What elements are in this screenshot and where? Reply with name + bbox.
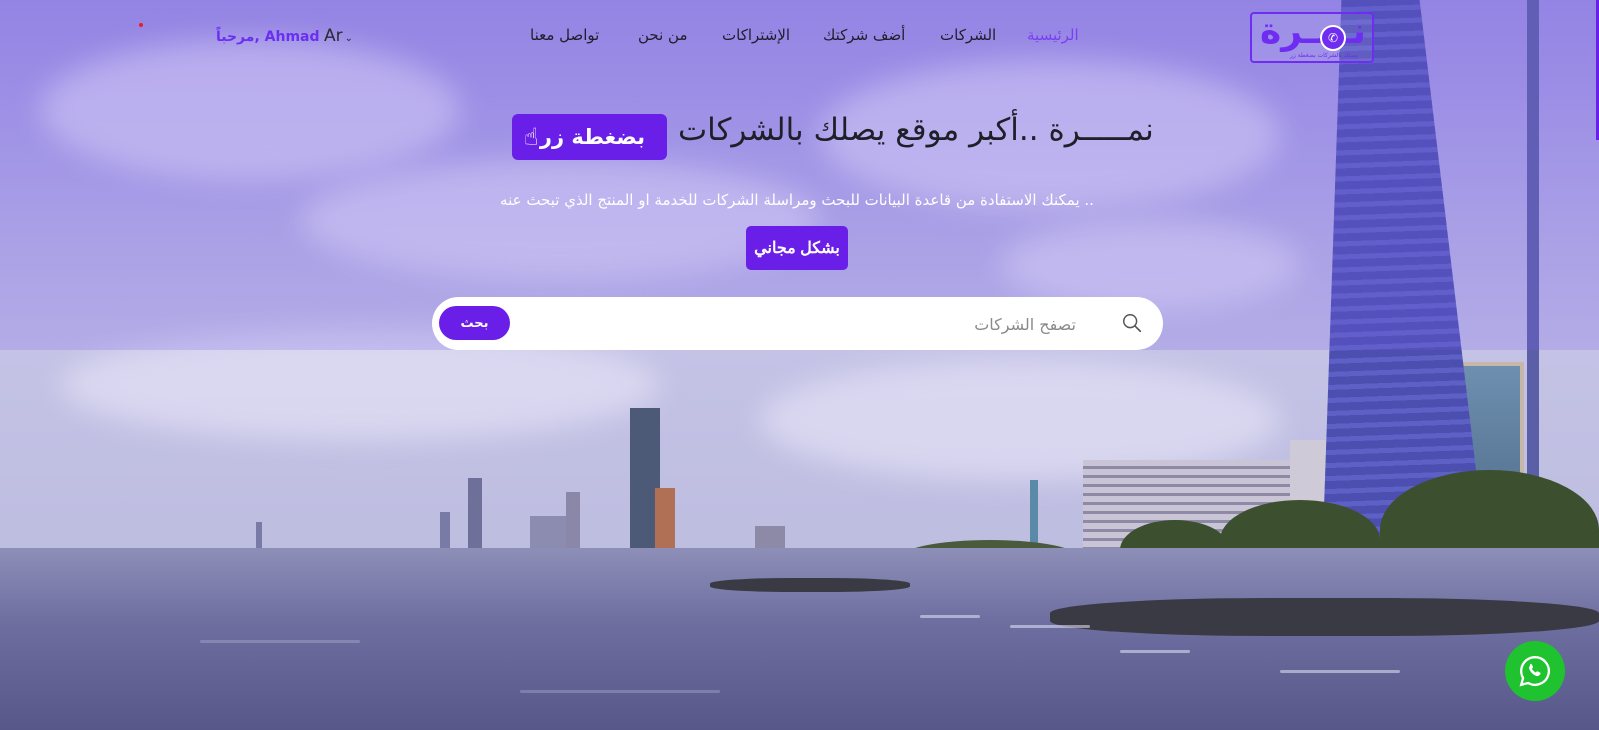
welcome-user[interactable]: مرحباً, Ahmad [216, 29, 320, 45]
wave [1010, 625, 1090, 628]
hero-title: نمـــــرة ..أكبر موقع يصلك بالشركات [678, 112, 1154, 148]
hero-badge: ☝ بضغطة زر [512, 114, 667, 160]
nav-contact[interactable]: تواصل معنا [530, 26, 599, 44]
top-navbar: نـمـرة ✆ يصلك بالشركات بضغطة زر الرئيسية… [0, 0, 1599, 78]
rocks [1050, 598, 1599, 636]
logo-text: نـمـرة [1260, 11, 1366, 52]
logo-tagline: يصلك بالشركات بضغطة زر [1290, 52, 1358, 59]
far-building [566, 492, 580, 548]
wave [1280, 670, 1400, 673]
sea [0, 548, 1599, 730]
search-button[interactable]: بحث [439, 306, 510, 340]
language-switcher[interactable]: Ar ⌄ [324, 26, 353, 46]
search-input[interactable] [514, 297, 1078, 352]
whatsapp-icon [1519, 656, 1550, 687]
hero-background [0, 0, 1599, 730]
chevron-down-icon: ⌄ [344, 33, 354, 44]
far-building [755, 526, 785, 548]
site-logo[interactable]: نـمـرة ✆ يصلك بالشركات بضغطة زر [1250, 11, 1374, 63]
far-building [468, 478, 482, 548]
nav-subscriptions[interactable]: الإشتراكات [722, 26, 790, 44]
wave [920, 615, 980, 618]
rocks [710, 578, 910, 592]
pointing-hand-icon: ☝ [524, 123, 539, 151]
nav-companies[interactable]: الشركات [940, 26, 996, 44]
whatsapp-button[interactable] [1505, 641, 1565, 701]
wave [1120, 650, 1190, 653]
nav-about[interactable]: من نحن [638, 26, 688, 44]
far-building [256, 522, 262, 548]
notification-dot [139, 23, 143, 27]
nav-add-company[interactable]: أضف شركتك [823, 26, 905, 44]
hero-badge-label: بضغطة زر [539, 125, 645, 149]
hero-subtitle: يمكنك الاستفادة من قاعدة البيانات للبحث … [500, 191, 1094, 209]
nav-home[interactable]: الرئيسية [1027, 26, 1079, 44]
far-building [440, 512, 450, 548]
search-bar: بحث [432, 297, 1163, 352]
wave [520, 690, 720, 693]
language-label: Ar [324, 26, 343, 46]
far-building [655, 488, 675, 548]
whatsapp-logo-icon: ✆ [1320, 25, 1346, 51]
free-button[interactable]: بشكل مجاني [746, 226, 848, 270]
wave [200, 640, 360, 643]
search-icon [1123, 314, 1142, 333]
